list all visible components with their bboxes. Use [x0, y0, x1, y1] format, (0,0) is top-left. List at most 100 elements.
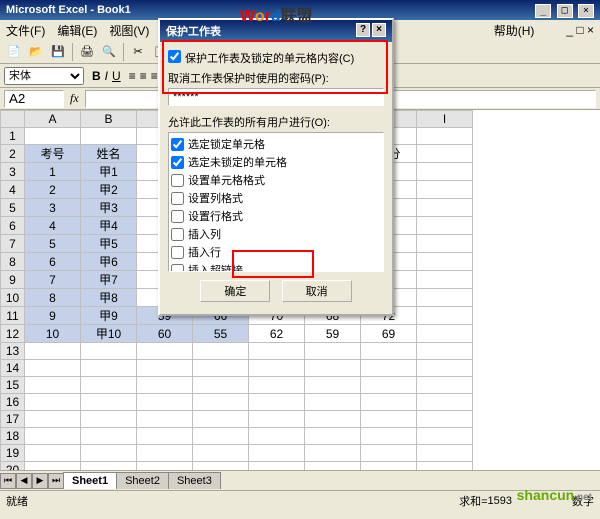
- cell[interactable]: [417, 128, 473, 145]
- cell[interactable]: [361, 445, 417, 462]
- cell[interactable]: [417, 235, 473, 253]
- menu-file[interactable]: 文件(F): [6, 22, 45, 39]
- align-right-icon[interactable]: ≡: [151, 69, 158, 83]
- cell[interactable]: [417, 253, 473, 271]
- cell[interactable]: 9: [25, 307, 81, 325]
- permissions-list[interactable]: 选定锁定单元格选定未锁定的单元格设置单元格格式设置列格式设置行格式插入列插入行插…: [168, 132, 384, 272]
- cell[interactable]: [137, 428, 193, 445]
- cell[interactable]: [193, 411, 249, 428]
- cell[interactable]: [361, 360, 417, 377]
- minimize-button[interactable]: _: [535, 4, 551, 18]
- row-header[interactable]: 9: [1, 271, 25, 289]
- sheet-tab-3[interactable]: Sheet3: [168, 472, 221, 489]
- bold-icon[interactable]: B: [92, 69, 101, 83]
- font-select[interactable]: 宋体: [4, 67, 84, 85]
- row-header[interactable]: 15: [1, 377, 25, 394]
- cell[interactable]: 62: [249, 325, 305, 343]
- name-box[interactable]: [4, 90, 64, 108]
- cell[interactable]: [81, 428, 137, 445]
- cell[interactable]: [417, 325, 473, 343]
- cell[interactable]: 69: [361, 325, 417, 343]
- cell[interactable]: [249, 428, 305, 445]
- cell[interactable]: [417, 145, 473, 163]
- cell[interactable]: [81, 445, 137, 462]
- cell[interactable]: [137, 411, 193, 428]
- cell[interactable]: [249, 394, 305, 411]
- menu-view[interactable]: 视图(V): [109, 22, 149, 39]
- password-input[interactable]: [168, 88, 384, 106]
- cell[interactable]: [361, 343, 417, 360]
- cell[interactable]: [249, 377, 305, 394]
- cell[interactable]: [81, 360, 137, 377]
- tab-nav-first[interactable]: ⏮: [0, 473, 16, 489]
- open-icon[interactable]: 📂: [26, 42, 46, 62]
- cell[interactable]: 甲6: [81, 253, 137, 271]
- cell[interactable]: [25, 428, 81, 445]
- cell[interactable]: [305, 445, 361, 462]
- cell[interactable]: [249, 360, 305, 377]
- cell[interactable]: [81, 343, 137, 360]
- cell[interactable]: [81, 128, 137, 145]
- cell[interactable]: 考号: [25, 145, 81, 163]
- row-header[interactable]: 12: [1, 325, 25, 343]
- cell[interactable]: [25, 377, 81, 394]
- cell[interactable]: [137, 445, 193, 462]
- cell[interactable]: 姓名: [81, 145, 137, 163]
- cut-icon[interactable]: ✂: [128, 42, 148, 62]
- cell[interactable]: 甲4: [81, 217, 137, 235]
- dialog-help-icon[interactable]: ?: [356, 23, 370, 37]
- cell[interactable]: [305, 462, 361, 471]
- row-header[interactable]: 6: [1, 217, 25, 235]
- row-header[interactable]: 13: [1, 343, 25, 360]
- cell[interactable]: [193, 394, 249, 411]
- cell[interactable]: [305, 377, 361, 394]
- cell[interactable]: 甲7: [81, 271, 137, 289]
- cancel-button[interactable]: 取消: [282, 280, 352, 302]
- menu-edit[interactable]: 编辑(E): [57, 22, 97, 39]
- row-header[interactable]: 19: [1, 445, 25, 462]
- cell[interactable]: 甲9: [81, 307, 137, 325]
- perm-checkbox[interactable]: [171, 174, 184, 187]
- preview-icon[interactable]: 🔍: [99, 42, 119, 62]
- cell[interactable]: [137, 377, 193, 394]
- cell[interactable]: [25, 360, 81, 377]
- cell[interactable]: 10: [25, 325, 81, 343]
- cell[interactable]: [417, 289, 473, 307]
- cell[interactable]: [417, 394, 473, 411]
- cell[interactable]: 59: [305, 325, 361, 343]
- cell[interactable]: [193, 462, 249, 471]
- cell[interactable]: [25, 128, 81, 145]
- cell[interactable]: 甲2: [81, 181, 137, 199]
- perm-checkbox[interactable]: [171, 192, 184, 205]
- cell[interactable]: 7: [25, 271, 81, 289]
- cell[interactable]: [361, 428, 417, 445]
- cell[interactable]: [193, 360, 249, 377]
- cell[interactable]: 1: [25, 163, 81, 181]
- maximize-button[interactable]: □: [557, 4, 573, 18]
- cell[interactable]: [417, 271, 473, 289]
- perm-checkbox[interactable]: [171, 264, 184, 273]
- row-header[interactable]: 8: [1, 253, 25, 271]
- protect-checkbox[interactable]: [168, 50, 181, 63]
- cell[interactable]: [81, 377, 137, 394]
- cell[interactable]: [361, 411, 417, 428]
- cell[interactable]: [305, 343, 361, 360]
- cell[interactable]: [417, 360, 473, 377]
- cell[interactable]: [193, 445, 249, 462]
- cell[interactable]: [305, 428, 361, 445]
- perm-checkbox[interactable]: [171, 228, 184, 241]
- cell[interactable]: [193, 377, 249, 394]
- col-header[interactable]: A: [25, 111, 81, 128]
- cell[interactable]: [137, 360, 193, 377]
- perm-checkbox[interactable]: [171, 138, 184, 151]
- col-header[interactable]: I: [417, 111, 473, 128]
- row-header[interactable]: 14: [1, 360, 25, 377]
- cell[interactable]: 55: [193, 325, 249, 343]
- cell[interactable]: [81, 411, 137, 428]
- underline-icon[interactable]: U: [112, 69, 121, 83]
- cell[interactable]: 8: [25, 289, 81, 307]
- save-icon[interactable]: 💾: [48, 42, 68, 62]
- italic-icon[interactable]: I: [105, 69, 108, 83]
- align-left-icon[interactable]: ≡: [129, 69, 136, 83]
- menu-help[interactable]: 帮助(H): [494, 22, 535, 39]
